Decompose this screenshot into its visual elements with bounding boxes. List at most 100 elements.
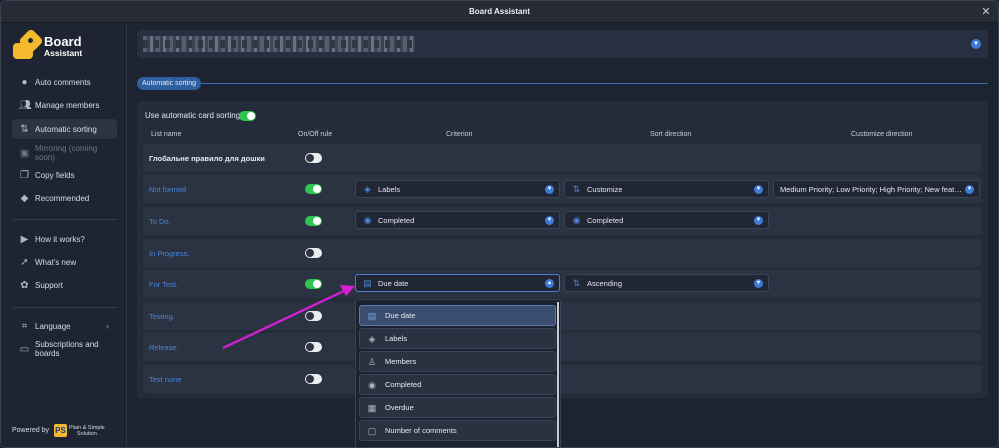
chevron-down-icon: ▼ bbox=[754, 216, 763, 225]
rule-toggle[interactable] bbox=[305, 216, 322, 226]
chevron-down-icon: ▼ bbox=[545, 185, 554, 194]
rule-toggle[interactable] bbox=[305, 342, 322, 352]
rule-toggle[interactable] bbox=[305, 248, 322, 258]
sort-icon: ⇅ bbox=[20, 123, 29, 135]
customize-select[interactable]: Medium Priority; Low Priority; High Prio… bbox=[773, 180, 980, 198]
dropdown-scrollbar[interactable] bbox=[557, 302, 559, 447]
ps-brand-line2: Solution bbox=[76, 430, 97, 437]
rule-toggle[interactable] bbox=[305, 374, 322, 384]
customize-value: Medium Priority; Low Priority; High Prio… bbox=[780, 184, 963, 194]
sidebar-item-manage-members[interactable]: 👥︎ Manage members bbox=[12, 95, 117, 115]
direction-select[interactable]: ⇅ Customize ▼ bbox=[564, 180, 769, 198]
radio-icon: ◉ bbox=[572, 214, 581, 225]
table-row: Test none bbox=[143, 365, 981, 393]
person-icon: ♙ bbox=[367, 356, 377, 367]
option-label: Number of comments bbox=[385, 426, 457, 435]
sidebar-item-label: What's new bbox=[35, 257, 77, 267]
sidebar-item-automatic-sorting[interactable]: ⇅ Automatic sorting bbox=[12, 119, 117, 139]
criterion-value: Completed bbox=[378, 215, 415, 225]
dropdown-option-overdue[interactable]: ▦ Overdue bbox=[359, 397, 556, 418]
chevron-down-icon: ▼ bbox=[754, 279, 763, 288]
calendar-clock-icon: ▤ bbox=[367, 310, 377, 321]
chevron-up-icon: ▲ bbox=[545, 279, 554, 288]
table-row: To Do. ◉ Completed ▼ ◉ Completed ▼ bbox=[143, 207, 981, 235]
sidebar-item-label: Copy fields bbox=[35, 170, 75, 180]
criterion-select[interactable]: ▤ Due date ▲ bbox=[355, 274, 560, 292]
criterion-select[interactable]: ◉ Completed ▼ bbox=[355, 211, 560, 229]
diamond-icon: ◆ bbox=[20, 192, 29, 204]
logo-title: Board bbox=[44, 33, 82, 49]
list-name: Not formed bbox=[149, 185, 187, 194]
sidebar-item-recommended[interactable]: ◆ Recommended bbox=[12, 188, 117, 208]
direction-value: Customize bbox=[587, 184, 623, 194]
direction-select[interactable]: ⇅ Ascending ▼ bbox=[564, 274, 769, 292]
chevron-down-icon[interactable]: ▼ bbox=[971, 39, 981, 49]
sidebar-item-label: Automatic sorting bbox=[35, 124, 97, 134]
dropdown-option-labels[interactable]: ◈ Labels bbox=[359, 328, 556, 349]
logo-subtitle: Assistant bbox=[44, 47, 83, 58]
dropdown-option-due-date[interactable]: ▤ Due date bbox=[359, 305, 556, 326]
header-sort-direction: Sort direction bbox=[650, 131, 692, 138]
sidebar-item-label: Auto comments bbox=[35, 77, 91, 87]
sidebar-item-how-it-works[interactable]: ▶ How it works? bbox=[12, 229, 117, 249]
table-row: Testing. bbox=[143, 302, 981, 330]
ps-logo-icon: PS bbox=[53, 424, 67, 437]
criterion-value: Labels bbox=[378, 184, 401, 194]
dropdown-option-number-of-comments[interactable]: ▢ Number of comments bbox=[359, 420, 556, 441]
direction-value: Completed bbox=[587, 215, 624, 225]
rule-toggle[interactable] bbox=[305, 311, 322, 321]
use-auto-sorting-label: Use automatic card sorting bbox=[145, 111, 241, 120]
criterion-select[interactable]: ◈ Labels ▼ bbox=[355, 180, 560, 198]
sidebar-item-subscriptions[interactable]: ▭ Subscriptions and boards bbox=[12, 338, 117, 360]
radio-icon: ◉ bbox=[368, 379, 376, 390]
support-icon: ✿ bbox=[20, 279, 29, 291]
list-name: To Do. bbox=[149, 217, 171, 226]
close-icon[interactable]: ✕ bbox=[980, 6, 992, 18]
dropdown-option-members[interactable]: ♙ Members bbox=[359, 351, 556, 372]
chat-icon: ● bbox=[21, 76, 28, 88]
chevron-down-icon: ▼ bbox=[965, 185, 974, 194]
table-row: In Progress. bbox=[143, 239, 981, 267]
option-label: Members bbox=[385, 357, 417, 366]
rule-toggle[interactable] bbox=[305, 153, 322, 163]
direction-value: Ascending bbox=[587, 278, 623, 288]
header-customize-direction: Customize direction bbox=[851, 131, 913, 138]
list-name: Testing. bbox=[149, 312, 175, 321]
header-list-name: List name bbox=[151, 131, 182, 138]
title-bar: Board Assistant ✕ bbox=[1, 1, 998, 23]
rocket-icon: ➚ bbox=[20, 256, 29, 268]
sidebar-item-support[interactable]: ✿ Support bbox=[12, 275, 117, 295]
sidebar-item-language[interactable]: ⌗ Language › bbox=[12, 316, 117, 336]
card-icon: ▭ bbox=[19, 343, 30, 355]
users-icon: 👥︎ bbox=[19, 99, 32, 111]
sort-ascending-icon: ⇅ bbox=[572, 277, 581, 288]
sidebar-item-copy-fields[interactable]: ❐ Copy fields bbox=[12, 165, 117, 185]
sidebar-item-auto-comments[interactable]: ● Auto comments bbox=[12, 72, 117, 92]
sidebar-divider bbox=[12, 307, 117, 308]
use-auto-sorting-toggle[interactable] bbox=[239, 111, 256, 121]
option-label: Labels bbox=[385, 334, 408, 343]
list-name: Глобальне правило для дошки bbox=[149, 154, 265, 163]
sidebar-item-label: Language bbox=[35, 321, 71, 331]
sidebar-item-whats-new[interactable]: ➚ What's new bbox=[12, 252, 117, 272]
comment-icon: ▢ bbox=[367, 425, 377, 436]
list-name: Test none bbox=[149, 375, 182, 384]
logo-tag-icon bbox=[11, 28, 44, 61]
direction-select[interactable]: ◉ Completed ▼ bbox=[564, 211, 769, 229]
rule-toggle[interactable] bbox=[305, 184, 322, 194]
powered-by[interactable]: Powered by PS Plain & Simple Solution bbox=[12, 424, 105, 437]
tab-automatic-sorting[interactable]: Automatic sorting bbox=[137, 77, 202, 90]
board-selector[interactable]: ▼ bbox=[137, 30, 988, 58]
table-row: Release. bbox=[143, 333, 981, 361]
dropdown-option-completed[interactable]: ◉ Completed bbox=[359, 374, 556, 395]
ps-logo-text: Plain & Simple Solution bbox=[69, 425, 105, 437]
copy-icon: ❐ bbox=[20, 169, 29, 181]
radio-icon: ◉ bbox=[363, 214, 372, 225]
calendar-alert-icon: ▦ bbox=[367, 402, 377, 413]
window-title: Board Assistant bbox=[468, 7, 531, 16]
rule-toggle[interactable] bbox=[305, 279, 322, 289]
chevron-down-icon: ▼ bbox=[754, 185, 763, 194]
app-logo: Board Assistant bbox=[11, 28, 83, 61]
sidebar-item-label: Mirroring (coming soon) bbox=[35, 144, 98, 162]
sidebar-item-label: Manage members bbox=[35, 100, 100, 110]
